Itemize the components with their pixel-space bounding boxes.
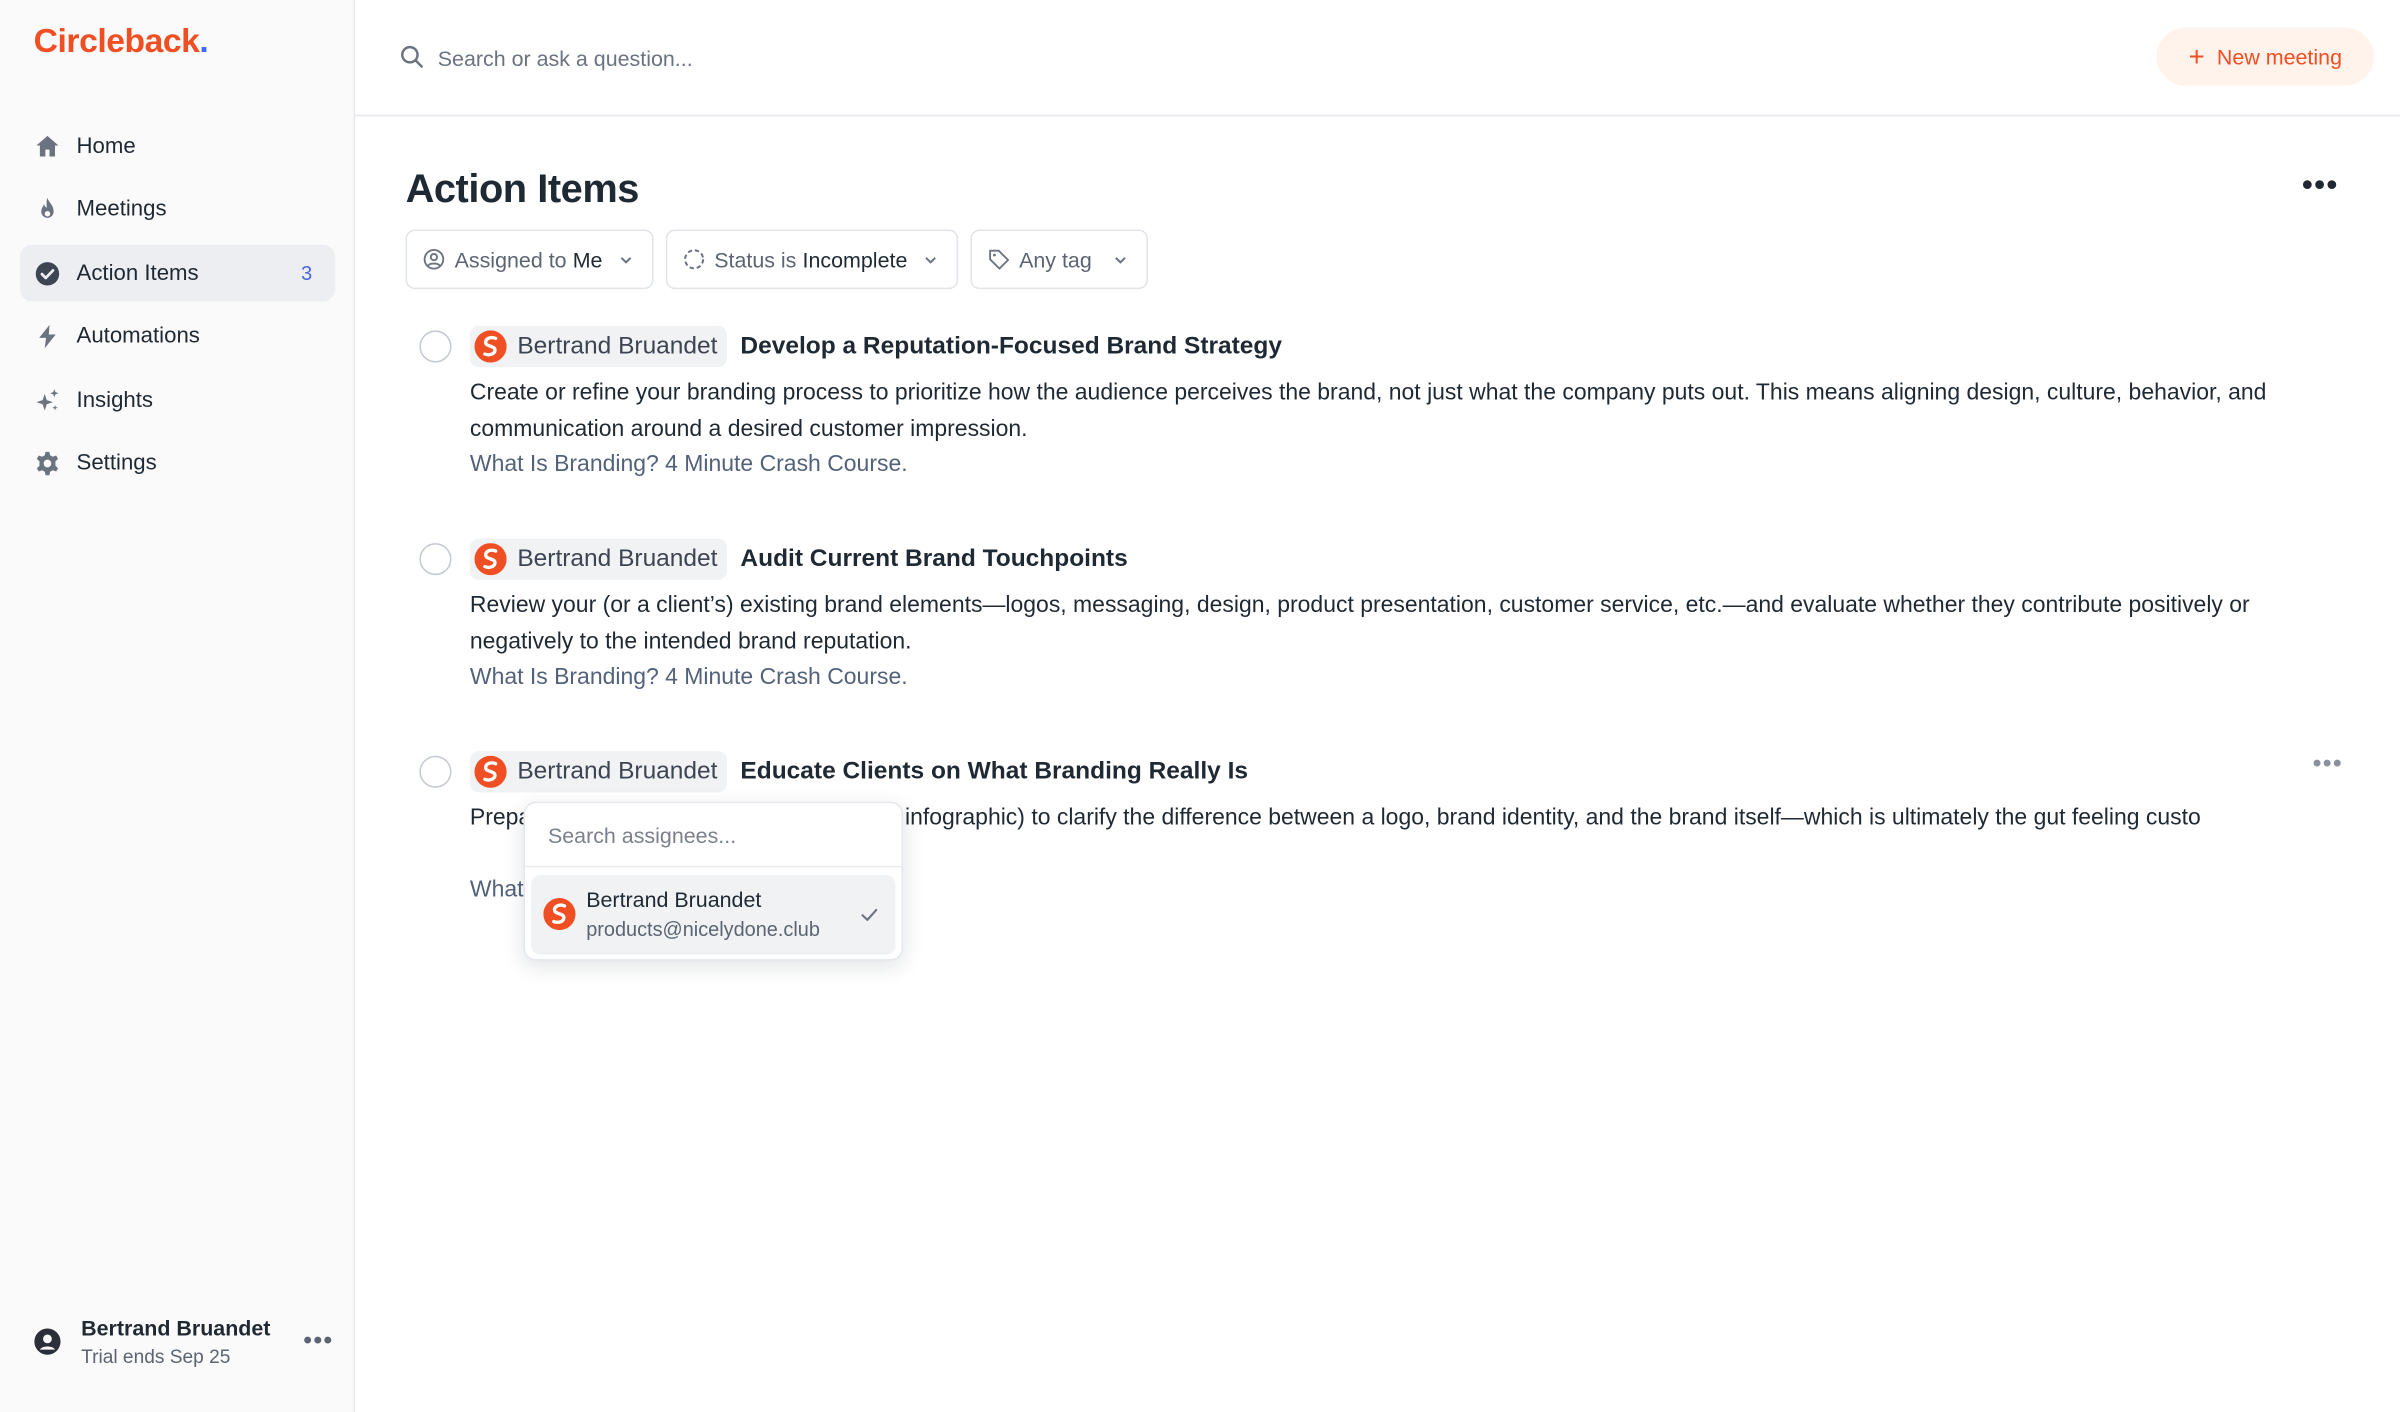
filter-value: Me [572,247,603,272]
source-meeting-link[interactable]: What Is Branding? 4 Minute Crash Course. [470,664,908,690]
assignee-avatar-icon [543,897,576,931]
status-filter[interactable]: Status is Incomplete [665,229,958,290]
assignee-avatar-icon [474,755,507,788]
action-item-description: Review your (or a client’s) existing bra… [469,592,2250,655]
sidebar-item-label: Home [76,133,136,159]
sidebar-item-meetings[interactable]: Meetings [20,181,335,238]
action-item-description: Create or refine your branding process t… [469,379,2267,443]
sidebar-item-insights[interactable]: Insights [20,372,335,429]
action-item-header: Bertrand Bruandet Educate Clients on Wha… [469,751,1248,793]
assignee-name: Bertrand Bruandet [517,545,718,572]
assignee-name: Bertrand Bruandet [517,758,718,785]
sidebar-item-automations[interactable]: Automations [20,308,335,365]
checkmark-icon [861,908,878,921]
assignee-dropdown: Bertrand Bruandet products@nicelydone.cl… [523,801,904,961]
filter-bar: Assigned to Me Status is Incomplete Any … [405,229,1161,290]
user-account[interactable]: Bertrand Bruandet Trial ends Sep 25 ••• [34,1308,334,1375]
assignee-chip[interactable]: Bertrand Bruandet [469,325,727,368]
assignee-name: Bertrand Bruandet [517,332,718,359]
search-input[interactable] [437,36,1357,80]
action-item-title[interactable]: Educate Clients on What Branding Really … [740,758,1248,786]
assigned-filter[interactable]: Assigned to Me [405,229,653,290]
user-avatar-icon [34,1328,61,1355]
trial-status: Trial ends Sep 25 [81,1346,231,1368]
filter-label: Status is [714,247,797,272]
action-item-title[interactable]: Develop a Reputation-Focused Brand Strat… [740,333,1282,361]
logo-text: Circleback [33,21,200,60]
sidebar-item-home[interactable]: Home [20,118,335,175]
complete-checkbox[interactable] [419,330,452,363]
tag-filter[interactable]: Any tag [970,229,1149,290]
complete-checkbox[interactable] [419,755,452,788]
app-logo[interactable]: Circleback. [34,21,209,61]
action-item: Bertrand Bruandet Audit Current Brand To… [416,538,2375,706]
check-circle-icon [34,259,62,287]
assignee-option-email: products@nicelydone.club [586,917,820,941]
assignee-option-name: Bertrand Bruandet [586,887,762,912]
sidebar-item-label: Meetings [76,197,167,222]
sidebar-item-label: Action Items [76,260,199,286]
filter-label: Assigned to [454,247,567,272]
home-icon [34,132,62,160]
user-info: Bertrand Bruandet Trial ends Sep 25 [81,1313,303,1371]
sidebar-item-label: Settings [76,451,157,476]
assignee-avatar-icon [474,330,507,363]
chevron-down-icon [925,256,936,264]
plus-icon: + [2188,41,2205,72]
page-more-button[interactable]: ••• [2302,168,2339,203]
filter-label: Any tag [1019,247,1092,272]
new-meeting-label: New meeting [2216,44,2342,69]
action-item: Bertrand Bruandet Develop a Reputation-F… [416,325,2375,494]
sidebar-item-action-items[interactable]: Action Items 3 [19,244,336,302]
assignee-chip[interactable]: Bertrand Bruandet [469,751,727,793]
sidebar-nav: Home Meetings Action Items 3 Automations… [19,118,336,499]
dashed-circle-icon [683,249,704,270]
action-items-count-badge: 3 [301,261,313,285]
action-item-title[interactable]: Audit Current Brand Touchpoints [740,545,1127,573]
sidebar-item-settings[interactable]: Settings [20,435,335,492]
assignee-chip[interactable]: Bertrand Bruandet [469,538,727,580]
complete-checkbox[interactable] [419,543,452,576]
logo-dot: . [199,21,209,60]
source-meeting-link[interactable]: What [470,877,524,903]
sidebar-item-label: Automations [76,324,200,349]
chevron-down-icon [620,256,631,264]
user-circle-icon [423,249,445,270]
action-item-header: Bertrand Bruandet Audit Current Brand To… [469,538,1128,580]
source-meeting-link[interactable]: What Is Branding? 4 Minute Crash Course. [470,451,908,477]
action-item-more-button[interactable]: ••• [2313,751,2343,779]
assignee-option[interactable]: Bertrand Bruandet products@nicelydone.cl… [531,875,896,955]
bolt-icon [34,323,62,351]
chevron-down-icon [1115,256,1127,264]
new-meeting-button[interactable]: + New meeting [2156,27,2374,86]
sidebar: Circleback. Home Meetings Action Items 3… [0,0,356,1412]
action-item-header: Bertrand Bruandet Develop a Reputation-F… [469,325,1282,368]
assignee-avatar-icon [474,543,507,576]
assignee-search-input[interactable] [524,803,902,868]
main-content: + New meeting Action Items ••• Assigned … [355,0,2400,1412]
user-more-button[interactable]: ••• [303,1328,333,1356]
tag-icon [988,249,1009,270]
filter-value: Incomplete [802,247,908,272]
search-icon [401,45,423,68]
flame-icon [34,196,62,224]
top-bar: + New meeting [355,0,2400,117]
sidebar-item-label: Insights [76,387,154,413]
user-name: Bertrand Bruandet [81,1315,271,1341]
gear-icon [34,450,62,478]
page-title: Action Items [405,165,640,212]
sparkles-icon [34,386,62,414]
